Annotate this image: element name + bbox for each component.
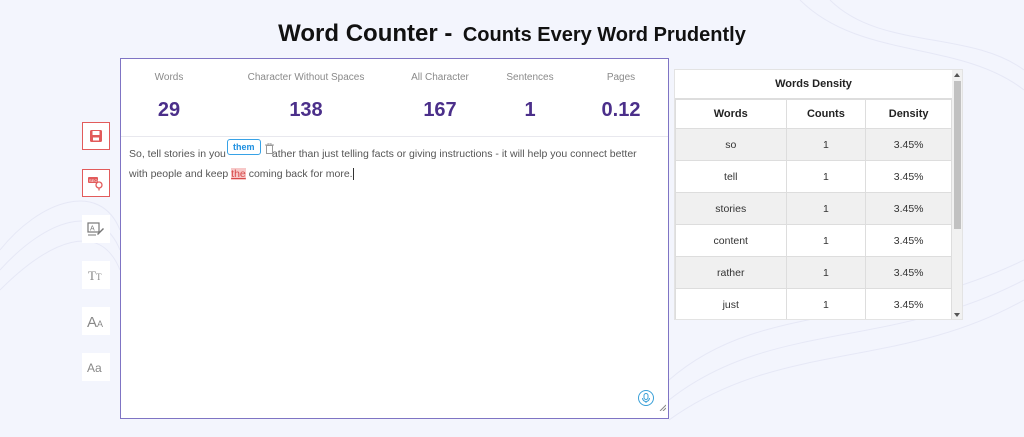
stat-label: Sentences [506,72,554,83]
cell-word: so [675,128,787,161]
save-button[interactable] [82,122,110,150]
suggestion-chip[interactable]: them [227,139,261,155]
cell-density: 3.45% [865,160,952,193]
keyword-search-button[interactable]: SEO [82,169,110,197]
cell-word: content [675,224,787,257]
svg-text:Aa: Aa [87,361,102,375]
text-segment: ather than just telling facts or giving … [271,148,637,160]
table-row: rather 1 3.45% [675,256,952,289]
table-row: so 1 3.45% [675,128,952,161]
column-header-words: Words [675,99,787,129]
scroll-up-arrow-icon[interactable] [954,73,960,77]
svg-text:A: A [87,314,97,329]
words-density-panel: Words Density Words Counts Density so 1 … [674,69,963,320]
cell-density: 3.45% [865,192,952,225]
microphone-button[interactable] [638,390,654,406]
stat-value: 138 [289,99,323,121]
scrollbar-thumb[interactable] [954,81,961,229]
trash-icon[interactable] [265,141,274,159]
title-main: Word Counter - [278,20,453,47]
font-size-icon: AA [87,313,105,329]
case-change-button[interactable]: Aa [82,353,110,381]
text-editor[interactable]: So, tell stories in you ather than just t… [129,144,659,184]
cell-count: 1 [785,256,867,289]
svg-text:T: T [88,268,96,283]
stat-label: Pages [606,72,636,83]
save-icon [89,129,103,143]
image-text-button[interactable]: A [82,215,110,243]
resize-handle-icon[interactable] [659,398,667,416]
case-change-icon: Aa [87,359,105,375]
density-title: Words Density [675,70,952,99]
svg-text:A: A [90,226,95,233]
cell-word: tell [675,160,787,193]
cell-word: stories [675,192,787,225]
table-row: content 1 3.45% [675,224,952,257]
density-table: Words Counts Density so 1 3.45% tell 1 3… [675,99,952,319]
column-header-counts: Counts [785,99,867,129]
cell-count: 1 [785,192,867,225]
cell-density: 3.45% [865,256,952,289]
text-format-icon: TT [87,267,105,283]
image-text-icon: A [87,221,105,237]
microphone-icon [639,392,653,409]
title-subtitle: Counts Every Word Prudently [462,24,746,46]
svg-text:SEO: SEO [89,178,97,183]
stat-value: 0.12 [601,99,641,121]
column-header-density: Density [865,99,952,129]
cell-density: 3.45% [865,128,952,161]
text-segment: with people and keep [129,168,232,180]
cell-word: rather [675,256,787,289]
svg-text:A: A [97,319,103,329]
stat-value: 167 [423,99,457,121]
stat-label: Words [154,72,184,83]
table-row: tell 1 3.45% [675,160,952,193]
stat-label: All Character [411,72,469,83]
table-row: stories 1 3.45% [675,192,952,225]
cell-density: 3.45% [865,224,952,257]
cell-word: just [675,288,787,319]
cell-count: 1 [785,288,867,319]
highlighted-word[interactable]: the [231,168,246,180]
stat-label: Character Without Spaces [247,72,365,83]
font-size-button[interactable]: AA [82,307,110,335]
keyword-search-icon: SEO [87,175,105,191]
cell-count: 1 [785,224,867,257]
text-segment: So, tell stories in you [129,148,226,160]
stat-value: 1 [524,99,536,121]
scroll-down-arrow-icon[interactable] [954,313,960,317]
svg-text:T: T [96,272,102,282]
stats-bar: Words 29 Character Without Spaces 138 Al… [121,59,668,137]
editor-panel: Words 29 Character Without Spaces 138 Al… [120,58,669,419]
text-format-button[interactable]: TT [82,261,110,289]
table-row: just 1 3.45% [675,288,952,319]
text-caret [352,168,354,181]
cell-count: 1 [785,160,867,193]
stat-value: 29 [157,99,181,121]
cell-count: 1 [785,128,867,161]
page-title: Word Counter - Counts Every Word Prudent… [0,20,1024,48]
density-scrollbar[interactable] [952,70,962,319]
cell-density: 3.45% [865,288,952,319]
text-segment: coming back for more. [245,168,353,180]
